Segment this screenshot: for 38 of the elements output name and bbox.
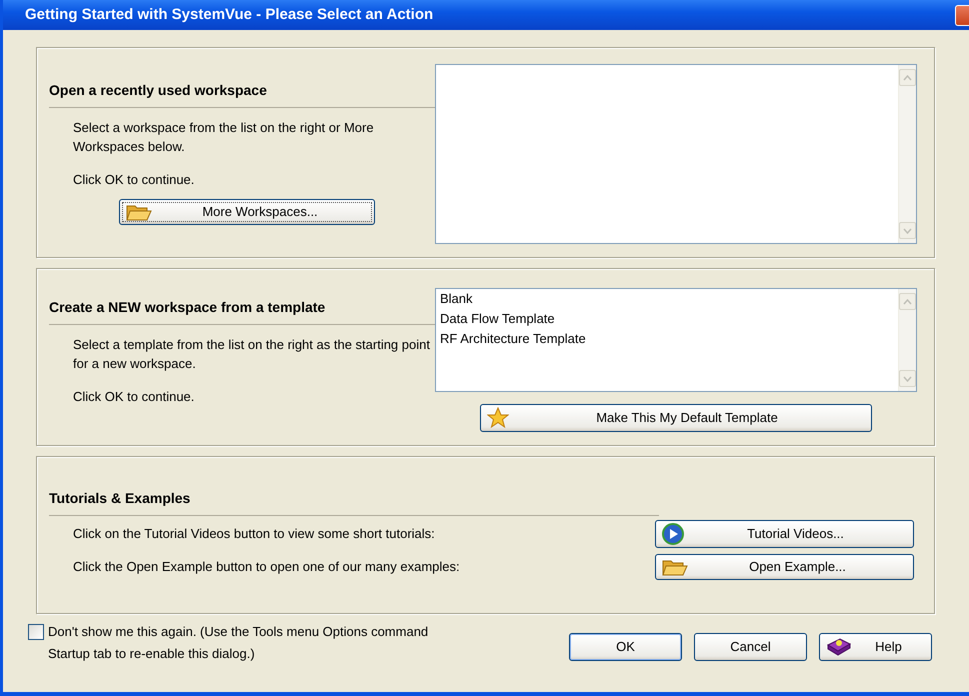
action-button[interactable]: Open Example... — [655, 554, 914, 580]
close-button[interactable] — [955, 4, 969, 26]
section-heading: Create a NEW workspace from a template — [49, 297, 435, 325]
action-button[interactable]: Tutorial Videos... — [655, 520, 914, 548]
scroll-up-button[interactable] — [899, 293, 916, 310]
play-icon — [662, 523, 684, 545]
chevron-down-icon — [903, 376, 912, 382]
book-icon — [826, 637, 852, 657]
chevron-down-icon — [903, 228, 912, 234]
instruction-text: Select a workspace from the list on the right or More Workspaces below. — [72, 119, 375, 156]
scroll-down-button[interactable] — [899, 370, 916, 387]
section-heading: Open a recently used workspace — [49, 80, 435, 108]
list-item[interactable]: Blank — [440, 289, 894, 309]
instruction-text: Click on the Tutorial Videos button to view some short tutorials: — [73, 525, 435, 544]
dialog-button[interactable]: OK — [569, 633, 682, 661]
scroll-down-button[interactable] — [899, 222, 916, 239]
scrollbar[interactable] — [898, 65, 916, 243]
dialog-button[interactable]: Cancel — [694, 633, 807, 661]
instruction-text: Click OK to continue. — [72, 171, 196, 189]
checkbox[interactable] — [28, 624, 44, 640]
checkbox-label[interactable]: Don't show me this again. (Use the Tools menu Options command Startup tab to re-enable this dialog.) — [48, 621, 468, 665]
default-template-button[interactable]: Make This My Default Template — [480, 404, 872, 432]
list-item[interactable]: Data Flow Template — [440, 309, 894, 329]
list-box[interactable] — [435, 64, 917, 244]
instruction-text: Select a template from the list on the right as the starting point for a new workspace. — [72, 336, 431, 373]
list-item[interactable]: RF Architecture Template — [440, 329, 894, 349]
section-heading: Tutorials & Examples — [49, 488, 659, 516]
chevron-up-icon — [903, 298, 912, 304]
instruction-text: Click the Open Example button to open one of our many examples: — [73, 558, 460, 576]
dialog-button[interactable]: Help — [819, 633, 932, 661]
window-title: Getting Started with SystemVue - Please Select an Action — [25, 4, 434, 25]
star-icon — [487, 407, 509, 429]
scrollbar[interactable] — [898, 289, 916, 391]
list-box[interactable]: Blank Data Flow Template RF Architecture Template — [435, 288, 917, 392]
chevron-up-icon — [903, 74, 912, 80]
more-workspaces-button[interactable]: More Workspaces... — [119, 199, 375, 225]
scroll-up-button[interactable] — [899, 69, 916, 86]
instruction-text: Click OK to continue. — [72, 388, 196, 406]
